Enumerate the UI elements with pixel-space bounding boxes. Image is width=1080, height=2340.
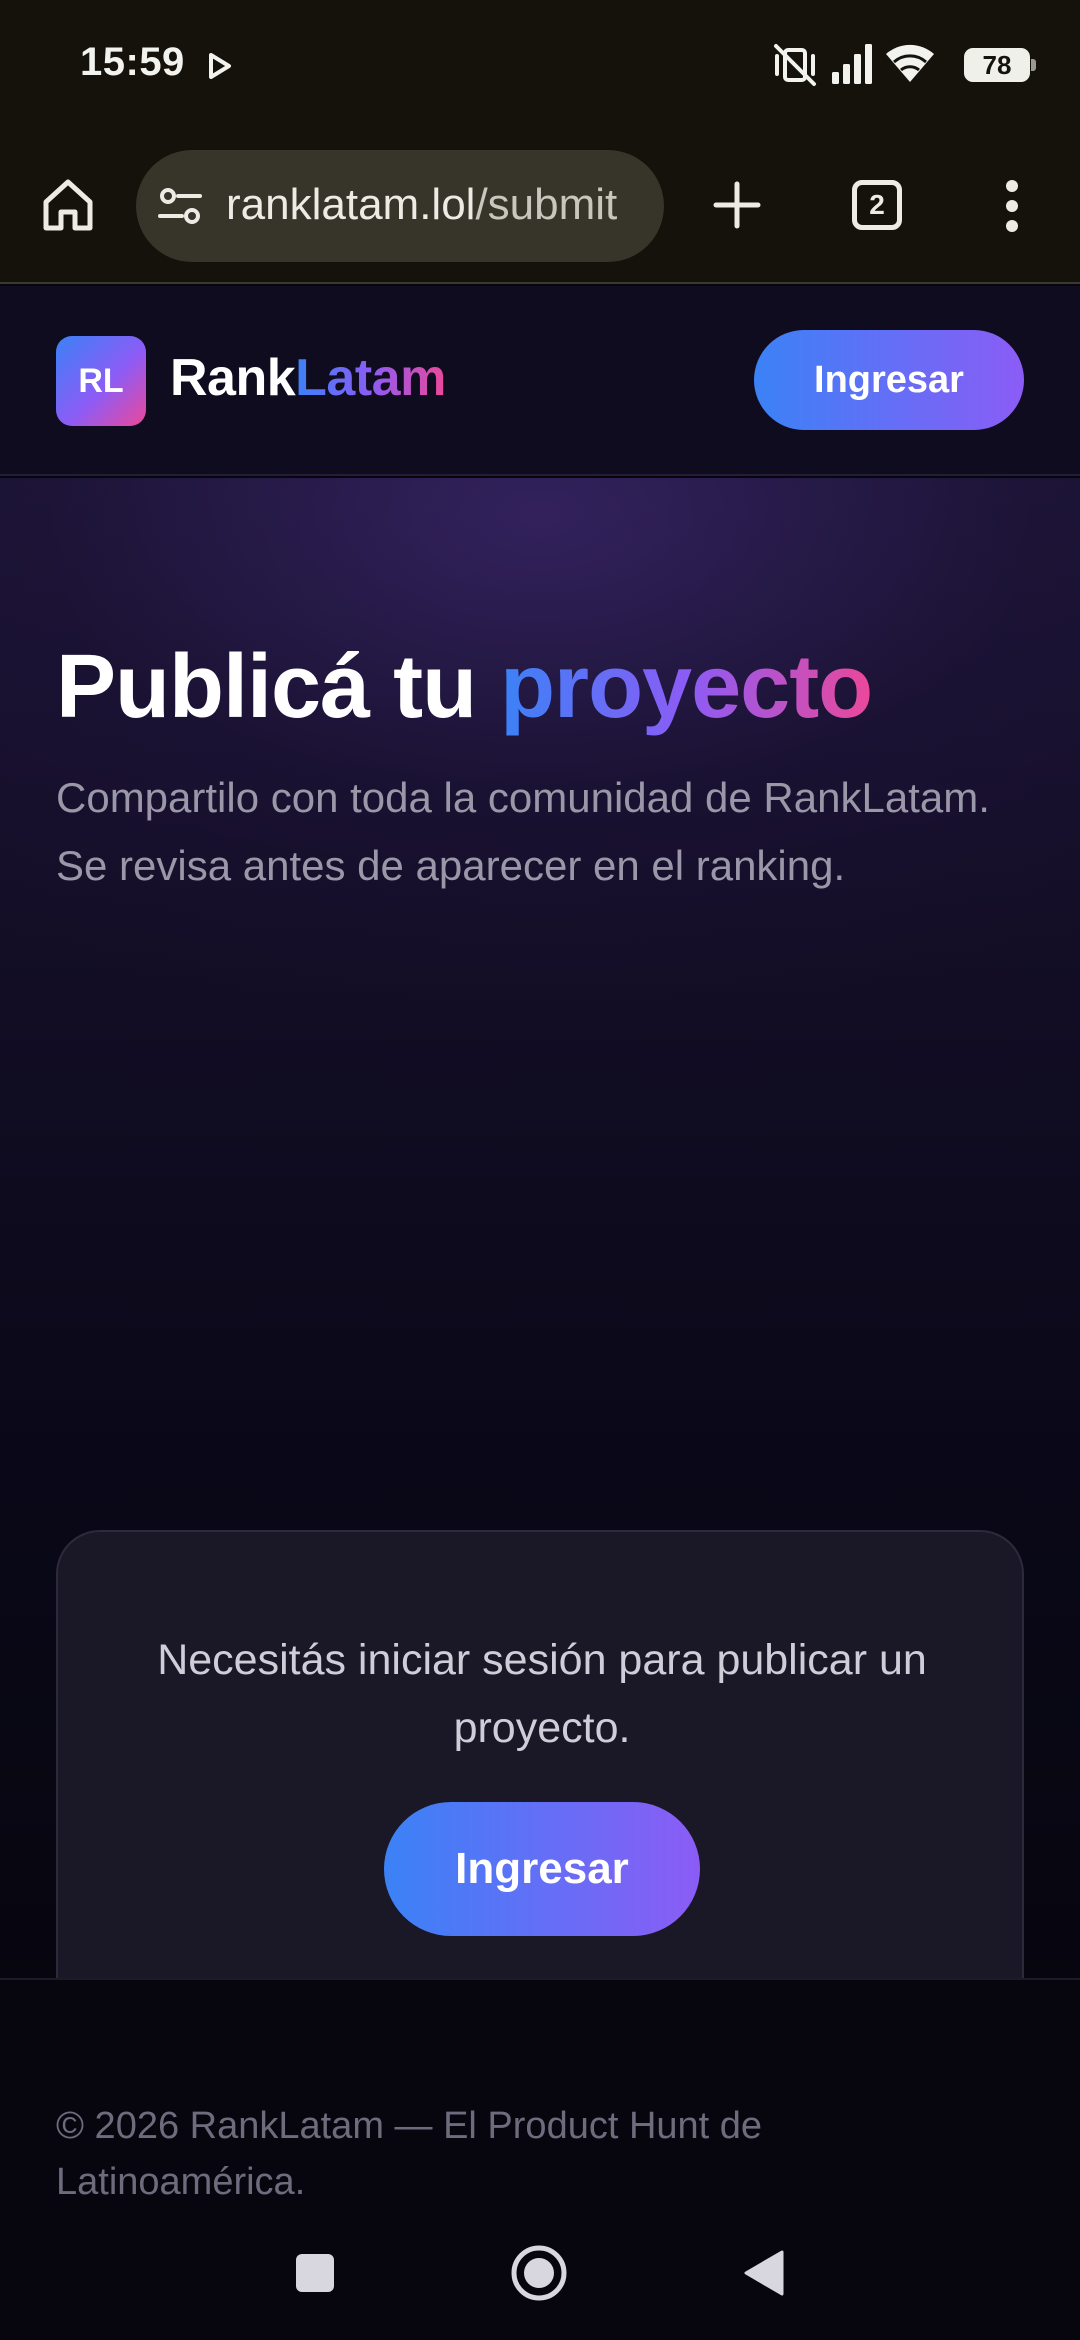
play-icon xyxy=(209,53,231,79)
login-required-message: Necesitás iniciar sesión para publicar u… xyxy=(157,1636,927,1752)
page-title-main: Publicá tu xyxy=(56,637,501,737)
back-icon[interactable] xyxy=(742,2248,786,2298)
header-login-button[interactable]: Ingresar xyxy=(754,330,1024,430)
signal-icon xyxy=(832,44,872,84)
brand-name[interactable]: RankLatam xyxy=(170,348,446,408)
status-bar: 15:59 78 xyxy=(0,0,1080,138)
hero-section: Publicá tu proyecto Compartilo con toda … xyxy=(0,478,1080,2028)
status-icons: 78 xyxy=(770,40,1036,90)
vibrate-off-icon xyxy=(774,44,816,86)
brand-part-rank: Rank xyxy=(170,349,296,407)
url-path: /submit xyxy=(475,180,618,229)
footer-copyright: © 2026 RankLatam — El Product Hunt de La… xyxy=(56,2105,763,2203)
more-vert-icon[interactable] xyxy=(994,178,1030,234)
page-title-accent: proyecto xyxy=(500,637,873,737)
plus-icon[interactable] xyxy=(712,180,762,230)
wifi-icon xyxy=(886,44,934,82)
url-host: ranklatam.lol xyxy=(226,180,476,229)
login-required-card: Necesitás iniciar sesión para publicar u… xyxy=(56,1530,1024,2028)
page-title: Publicá tu proyecto xyxy=(56,636,873,739)
url-text[interactable]: ranklatam.lol/submit xyxy=(226,180,617,230)
site-settings-icon[interactable] xyxy=(158,184,202,228)
address-bar[interactable]: ranklatam.lol/submit xyxy=(136,150,664,262)
page-subtitle: Compartilo con toda la comunidad de Rank… xyxy=(56,774,990,889)
site-header: RL RankLatam Ingresar xyxy=(0,286,1080,476)
recents-icon[interactable] xyxy=(296,2254,334,2292)
home-icon[interactable] xyxy=(38,174,98,234)
card-login-button[interactable]: Ingresar xyxy=(384,1802,700,1936)
brand-part-latam: Latam xyxy=(295,349,446,407)
battery-icon: 78 xyxy=(964,48,1036,82)
tabs-icon[interactable]: 2 xyxy=(852,180,902,230)
status-time: 15:59 xyxy=(80,40,185,84)
nav-home-icon[interactable] xyxy=(510,2244,568,2302)
logo-badge[interactable]: RL xyxy=(56,336,146,426)
browser-toolbar: ranklatam.lol/submit 2 xyxy=(0,138,1080,284)
